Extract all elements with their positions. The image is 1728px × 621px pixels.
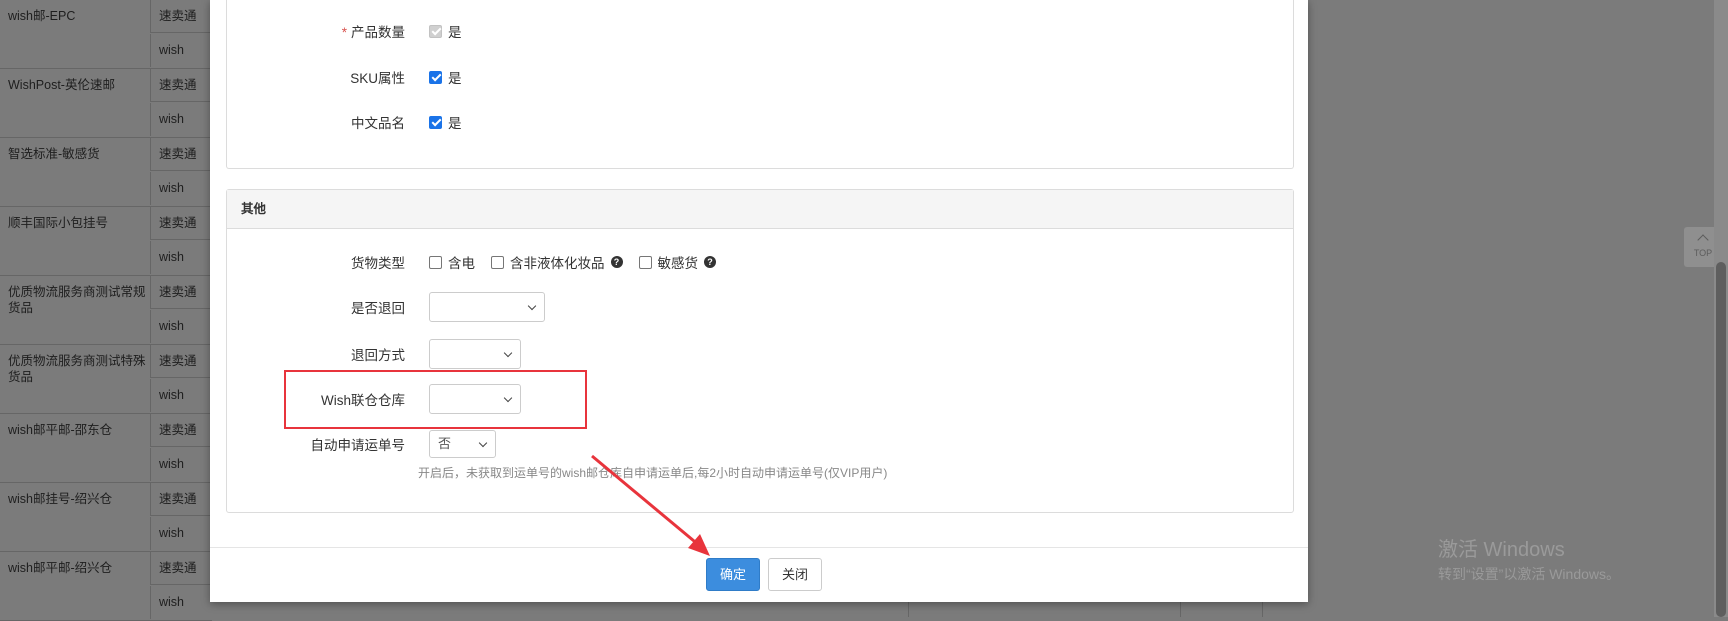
platform-cell: wish (150, 103, 212, 136)
table-row: 优质物流服务商测试常规货品 速卖通 wish (0, 276, 212, 345)
platform-cell: 速卖通 (150, 552, 212, 585)
form-row-return-flag: 是否退回 (227, 291, 545, 323)
channel-name: 优质物流服务商测试特殊货品 (8, 354, 146, 384)
channel-name: 智选标准-敏感货 (8, 147, 100, 161)
product-info-panel: * 产品数量 是 SKU属性 是 中文品名 是 (226, 0, 1294, 169)
option-label: 含电 (448, 256, 475, 271)
question-icon[interactable]: ? (704, 256, 716, 268)
platform-cell: wish (150, 448, 212, 481)
back-to-top-label: TOP (1693, 248, 1713, 258)
page-scrollbar[interactable] (1714, 0, 1728, 617)
platform-cell: 速卖通 (150, 138, 212, 171)
table-row: wish邮平邮-绍兴仓 速卖通 wish (0, 552, 212, 621)
form-row-cargo-type: 货物类型 含电 含非液体化妆品? 敏感货? (227, 246, 726, 278)
platform-cell: wish (150, 172, 212, 205)
platform-cell: wish (150, 34, 212, 67)
scrollbar-thumb[interactable] (1716, 262, 1726, 617)
table-row: WishPost-英伦速邮 速卖通 wish (0, 69, 212, 138)
annotation-highlight-box (284, 370, 587, 429)
settings-modal: * 产品数量 是 SKU属性 是 中文品名 是 其他 货物类型 含电 含非液体化妆… (210, 0, 1308, 602)
cargo-cosmetics-checkbox[interactable] (491, 255, 504, 269)
platform-cell: 速卖通 (150, 276, 212, 309)
platform-cell: 速卖通 (150, 69, 212, 102)
watermark-subtitle: 转到“设置”以激活 Windows。 (1438, 566, 1621, 582)
form-row-auto-apply: 自动申请运单号 否 (227, 428, 496, 460)
table-row: 优质物流服务商测试特殊货品 速卖通 wish (0, 345, 212, 414)
option-label: 是 (448, 71, 462, 86)
table-row: wish邮挂号-绍兴仓 速卖通 wish (0, 483, 212, 552)
option-label: 是 (448, 25, 462, 40)
background-channel-table: wish邮-EPC 速卖通 wish WishPost-英伦速邮 速卖通 wis… (0, 0, 212, 621)
form-row-sku-attribute: SKU属性 是 (227, 61, 462, 93)
form-row-return-method: 退回方式 (227, 338, 521, 370)
platform-cell: wish (150, 379, 212, 412)
platform-cell: 速卖通 (150, 414, 212, 447)
windows-activation-watermark: 激活 Windows 转到“设置”以激活 Windows。 (1438, 538, 1620, 584)
watermark-title: 激活 Windows (1438, 539, 1565, 561)
table-row: wish邮平邮-邵东仓 速卖通 wish (0, 414, 212, 483)
channel-name: wish邮挂号-绍兴仓 (8, 492, 113, 506)
question-icon[interactable]: ? (610, 256, 623, 268)
table-row: wish邮-EPC 速卖通 wish (0, 0, 212, 69)
platform-cell: wish (150, 517, 212, 550)
product-quantity-checkbox[interactable] (429, 24, 442, 38)
cargo-battery-checkbox[interactable] (429, 255, 442, 269)
channel-name: 优质物流服务商测试常规货品 (8, 285, 146, 315)
panel-title: 其他 (227, 190, 1293, 229)
cargo-sensitive-checkbox[interactable] (638, 255, 652, 269)
platform-cell: 速卖通 (150, 483, 212, 516)
field-label: 货物类型 (351, 256, 405, 271)
field-label: 中文品名 (351, 116, 405, 131)
platform-cell: wish (150, 586, 212, 619)
channel-name: WishPost-英伦速邮 (8, 78, 115, 92)
platform-cell: wish (150, 241, 212, 274)
field-label: SKU属性 (350, 71, 405, 86)
channel-name: 顺丰国际小包挂号 (8, 216, 109, 230)
platform-cell: 速卖通 (150, 0, 212, 33)
chevron-down-icon (527, 301, 537, 311)
platform-cell: 速卖通 (150, 345, 212, 378)
required-mark: * (341, 25, 347, 40)
table-row: 顺丰国际小包挂号 速卖通 wish (0, 207, 212, 276)
form-row-chinese-name: 中文品名 是 (227, 106, 462, 138)
field-label: 退回方式 (351, 348, 405, 363)
return-flag-select[interactable] (429, 292, 545, 322)
option-label: 是 (448, 116, 462, 131)
form-row-product-quantity: * 产品数量 是 (227, 15, 462, 47)
auto-apply-select[interactable]: 否 (429, 430, 496, 458)
channel-name: wish邮-EPC (8, 9, 76, 23)
channel-name: wish邮平邮-绍兴仓 (8, 561, 113, 575)
chinese-name-checkbox[interactable] (429, 115, 442, 129)
field-label: * 产品数量 (341, 25, 405, 40)
auto-apply-hint: 开启后，未获取到运单号的wish邮仓库自申请运单后,每2小时自动申请运单号(仅V… (418, 466, 888, 480)
sku-attribute-checkbox[interactable] (429, 70, 442, 84)
platform-cell: 速卖通 (150, 207, 212, 240)
option-label: 敏感货 (657, 256, 699, 271)
chevron-up-icon (1697, 234, 1709, 246)
confirm-button[interactable]: 确定 (706, 558, 760, 591)
chevron-down-icon (503, 348, 513, 358)
close-button[interactable]: 关闭 (768, 558, 822, 591)
table-row: 智选标准-敏感货 速卖通 wish (0, 138, 212, 207)
platform-cell: wish (150, 310, 212, 343)
channel-name: wish邮平邮-邵东仓 (8, 423, 113, 437)
field-label: 是否退回 (351, 301, 405, 316)
field-label: 自动申请运单号 (310, 438, 406, 453)
option-label: 含非液体化妆品 (510, 256, 605, 271)
return-method-select[interactable] (429, 339, 521, 369)
chevron-down-icon (478, 438, 488, 448)
